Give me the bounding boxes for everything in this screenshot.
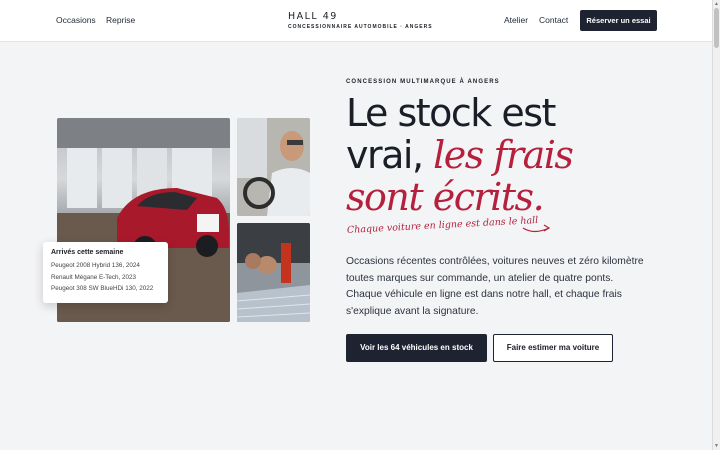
nav-occasions-link[interactable]: Occasions bbox=[56, 15, 96, 25]
workshop-illustration bbox=[237, 223, 310, 322]
scroll-down-icon[interactable]: ▼ bbox=[714, 443, 719, 449]
headline-accent-text: les frais bbox=[433, 133, 574, 177]
view-stock-button[interactable]: Voir les 64 véhicules en stock bbox=[346, 334, 487, 362]
hero-headline: Le stock est vrai, les frais sont écrits… bbox=[346, 91, 574, 219]
nav-reprise-link[interactable]: Reprise bbox=[106, 15, 135, 25]
hero-kicker: CONCESSION MULTIMARQUE À ANGERS bbox=[346, 79, 500, 85]
driver-illustration bbox=[237, 118, 310, 216]
brand-subtitle: CONCESSIONNAIRE AUTOMOBILE · ANGERS bbox=[288, 24, 433, 30]
hero-lead-paragraph: Occasions récentes contrôlées, voitures … bbox=[346, 256, 644, 317]
curved-arrow-icon bbox=[522, 224, 551, 233]
scroll-thumb[interactable] bbox=[714, 8, 719, 48]
site-header: Occasions Reprise HALL 49 CONCESSIONNAIR… bbox=[0, 0, 712, 42]
headline-line-3: sont écrits. bbox=[346, 175, 545, 219]
page-scrollbar[interactable]: ▲ ▼ bbox=[712, 0, 720, 450]
headline-plain-text: vrai, bbox=[346, 133, 434, 177]
scroll-up-icon[interactable]: ▲ bbox=[714, 1, 719, 7]
headline-line-1: Le stock est bbox=[346, 91, 556, 135]
nav-contact-link[interactable]: Contact bbox=[539, 15, 568, 25]
arrival-item[interactable]: Peugeot 308 SW BlueHDi 130, 2022 bbox=[51, 283, 160, 295]
brand-name: HALL 49 bbox=[288, 11, 338, 22]
workshop-photo bbox=[237, 223, 310, 322]
book-test-drive-button[interactable]: Réserver un essai bbox=[580, 10, 657, 31]
arrival-item[interactable]: Peugeot 2008 Hybrid 136, 2024 bbox=[51, 260, 160, 272]
brand-logo[interactable]: HALL 49 CONCESSIONNAIRE AUTOMOBILE · ANG… bbox=[288, 11, 433, 30]
customer-driving-photo bbox=[237, 118, 310, 216]
arrivals-card-title: Arrivés cette semaine bbox=[51, 249, 124, 256]
arrivals-card: Arrivés cette semaine Peugeot 2008 Hybri… bbox=[43, 242, 168, 303]
headline-line-2: vrai, les frais bbox=[346, 133, 574, 177]
nav-atelier-link[interactable]: Atelier bbox=[504, 15, 528, 25]
arrival-item[interactable]: Renault Mégane E-Tech, 2023 bbox=[51, 272, 160, 284]
estimate-car-button[interactable]: Faire estimer ma voiture bbox=[493, 334, 613, 362]
